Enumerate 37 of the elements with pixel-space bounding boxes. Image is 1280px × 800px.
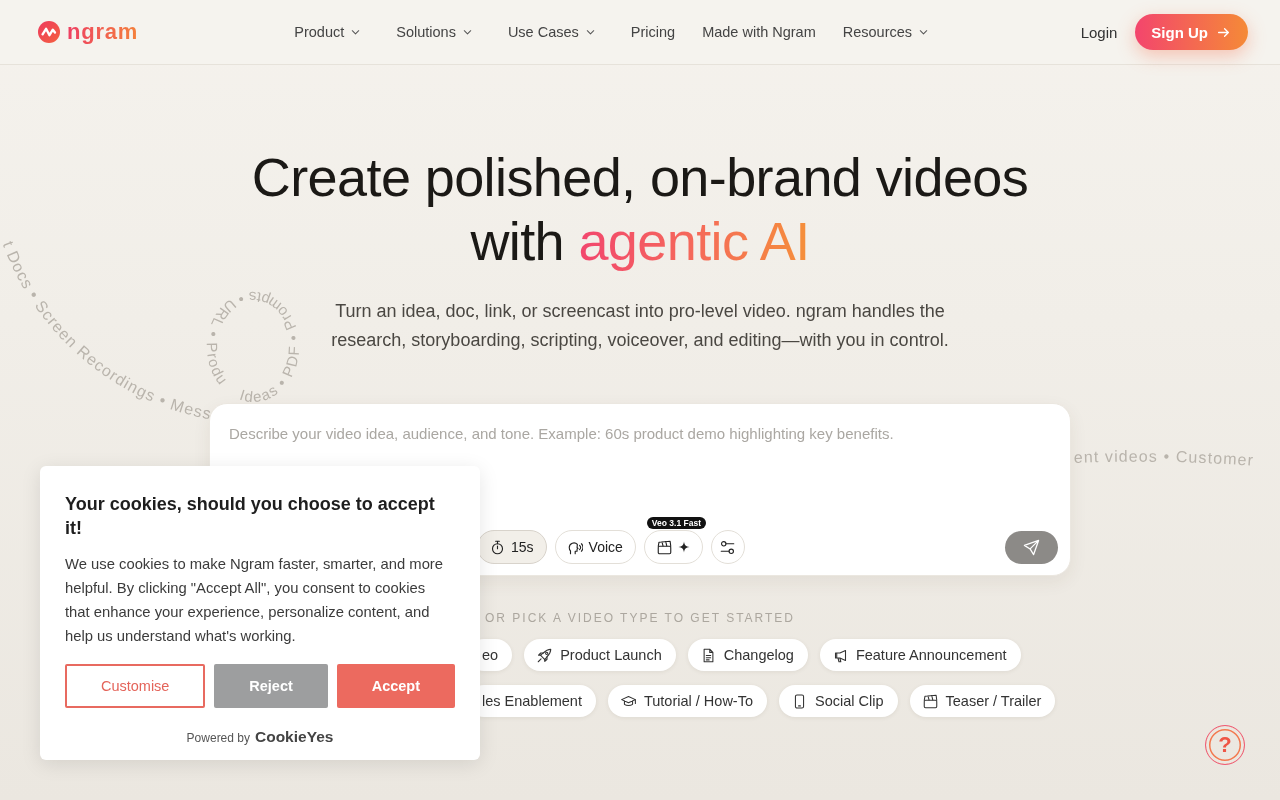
megaphone-icon <box>832 647 848 663</box>
sliders-icon <box>720 539 736 555</box>
rocket-icon <box>537 647 553 663</box>
video-type-chip[interactable]: Product Launch <box>524 639 676 671</box>
hero-title: Create polished, on-brand videos with agentic AI <box>250 146 1030 273</box>
login-link[interactable]: Login <box>1080 19 1118 45</box>
powered-by-label: Powered by <box>186 731 250 745</box>
video-type-chip[interactable]: Social Clip <box>779 685 898 717</box>
document-icon <box>700 647 716 663</box>
nav-link[interactable]: Product <box>294 20 370 44</box>
nav-link[interactable]: Solutions <box>396 20 481 44</box>
curved-caption: ent videos • Customer <box>1073 447 1255 469</box>
nav-link[interactable]: Pricing <box>630 20 676 44</box>
voice-button[interactable]: Voice <box>554 530 636 564</box>
phone-icon <box>792 693 807 709</box>
nav-link[interactable]: Made with Ngram <box>702 20 816 44</box>
settings-button[interactable] <box>710 530 745 564</box>
arrow-right-icon <box>1217 25 1230 39</box>
video-type-chip[interactable]: Changelog <box>687 639 808 671</box>
send-icon <box>1023 538 1040 556</box>
video-type-chip[interactable]: Feature Announcement <box>819 639 1021 671</box>
brand-wordmark: CookieYes <box>255 728 334 746</box>
speaking-head-icon <box>567 539 583 555</box>
nav-link[interactable]: Use Cases <box>507 20 604 44</box>
graduation-cap-icon <box>620 693 636 709</box>
stopwatch-icon <box>490 539 505 555</box>
nav-link[interactable]: Resources <box>842 20 938 44</box>
clapperboard-icon <box>922 693 938 709</box>
model-button[interactable] <box>643 530 703 564</box>
clapperboard-icon <box>656 539 672 555</box>
hero-subtitle: Turn an idea, doc, link, or screencast into pro-level video. ngram handles the research, storyboarding, scripting, voiceover, and editing—with you in control. <box>330 300 950 352</box>
video-type-chip[interactable]: Teaser / Trailer <box>909 685 1056 717</box>
duration-button[interactable]: 15s <box>477 530 547 564</box>
section-heading: OR PICK A VIDEO TYPE TO GET STARTED <box>484 611 796 625</box>
model-badge: Veo 3.1 Fast <box>646 517 706 529</box>
wave-logo-icon <box>38 21 60 43</box>
video-type-chip[interactable]: Tutorial / How-To <box>607 685 767 717</box>
